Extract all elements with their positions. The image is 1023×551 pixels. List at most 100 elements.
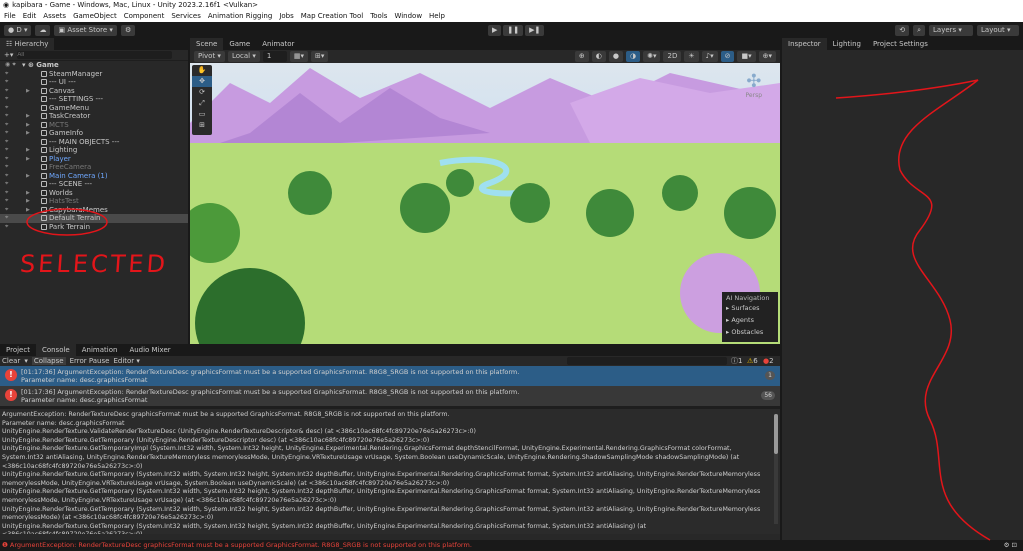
draw-mode-icon[interactable]: ✺▾ — [643, 51, 661, 62]
hierarchy-item[interactable]: ⌖ ▶ CapybaraMemes — [0, 206, 188, 215]
visibility-icon[interactable]: ⌖ — [5, 104, 8, 113]
menu-services[interactable]: Services — [171, 11, 201, 22]
stack-trace-scrollbar[interactable] — [774, 414, 778, 524]
nav-item-obstacles[interactable]: ▸ Obstacles — [726, 326, 774, 338]
expand-arrow-icon[interactable]: ▶ — [26, 189, 30, 198]
visibility-icon[interactable]: ⌖ — [5, 189, 8, 198]
menu-tools[interactable]: Tools — [370, 11, 387, 22]
hierarchy-item[interactable]: ⌖ ▶ HatsTest — [0, 197, 188, 206]
visibility-icon[interactable]: ⌖ — [5, 112, 8, 121]
hierarchy-item[interactable]: ⌖ ▶ Main Camera (1) — [0, 172, 188, 181]
hierarchy-item[interactable]: ⌖ --- SETTINGS --- — [0, 95, 188, 104]
hierarchy-item[interactable]: ⌖ ▶ Canvas — [0, 87, 188, 96]
tab-inspector[interactable]: Inspector — [782, 38, 827, 50]
grid-icon[interactable]: ▦▾ — [289, 51, 308, 62]
visibility-icon[interactable]: ⌖ — [5, 138, 8, 147]
asset-store-button[interactable]: ▣ Asset Store ▾ — [54, 24, 117, 36]
menu-assets[interactable]: Assets — [43, 11, 66, 22]
status-icons[interactable]: ⚙ ⊡ — [1004, 540, 1017, 551]
hierarchy-item[interactable]: ⌖ SteamManager — [0, 70, 188, 79]
visibility-toggle-icon[interactable]: ⊘ — [720, 51, 735, 62]
nav-item-surfaces[interactable]: ▸ Surfaces — [726, 302, 774, 314]
console-entry[interactable]: ! [01:17:36] ArgumentException: RenderTex… — [0, 366, 780, 386]
audio-icon[interactable]: ♪▾ — [701, 51, 718, 62]
shaded-wire-icon[interactable]: ◐ — [591, 51, 606, 62]
console-search-input[interactable] — [567, 357, 727, 365]
visibility-icon[interactable]: ⌖ — [5, 95, 8, 104]
hierarchy-item[interactable]: ⌖ ▶ Worlds — [0, 189, 188, 198]
expand-arrow-icon[interactable]: ▶ — [26, 129, 30, 138]
visibility-icon[interactable]: ⌖ — [5, 172, 8, 181]
scene-viewport[interactable]: ✋ ✥ ⟳ ⤢ ▭ ⊞ ✣ Persp AI Navigation ▸ Surfaces ▸ … — [190, 63, 780, 344]
console-entry[interactable]: ! [01:17:36] ArgumentException: RenderTex… — [0, 386, 780, 406]
clear-button[interactable]: Clear — [2, 357, 20, 365]
move-tool-icon[interactable]: ✥ — [192, 76, 212, 87]
scene-root[interactable]: ◉ ⌖ ▾ ⊛ Game — [0, 61, 188, 70]
menu-edit[interactable]: Edit — [23, 11, 37, 22]
scrollbar-thumb[interactable] — [774, 414, 778, 454]
lighting-icon[interactable]: ☀ — [684, 51, 699, 62]
status-bar[interactable]: ❶ ArgumentException: RenderTextureDesc g… — [0, 540, 1023, 551]
step-button[interactable]: ▶❚ — [525, 24, 545, 36]
pause-button[interactable]: ❚❚ — [503, 24, 524, 36]
visibility-icon[interactable]: ⌖ — [5, 87, 8, 96]
visibility-icon[interactable]: ⌖ — [5, 206, 8, 215]
collapse-button[interactable]: Collapse — [31, 357, 66, 365]
account-button[interactable]: ● D ▾ — [4, 24, 32, 36]
visibility-icon[interactable]: ⌖ — [5, 78, 8, 87]
menu-file[interactable]: File — [4, 11, 16, 22]
menu-jobs[interactable]: Jobs — [279, 11, 293, 22]
expand-arrow-icon[interactable]: ▶ — [26, 121, 30, 130]
expand-arrow-icon[interactable]: ▶ — [26, 146, 30, 155]
hierarchy-item[interactable]: ⌖ FreeCamera — [0, 163, 188, 172]
visibility-icon[interactable]: ⌖ — [5, 155, 8, 164]
tab-hierarchy[interactable]: ☷ Hierarchy — [0, 38, 55, 50]
menu-gameobject[interactable]: GameObject — [73, 11, 117, 22]
gear-icon[interactable]: ⚙ — [120, 24, 136, 36]
error-pause-button[interactable]: Error Pause — [70, 357, 110, 365]
expand-arrow-icon[interactable]: ▶ — [26, 155, 30, 164]
tab-scene[interactable]: Scene — [190, 38, 224, 50]
wireframe-icon[interactable]: ⊕ — [574, 51, 589, 62]
info-count[interactable]: ⓘ1 — [731, 356, 742, 366]
play-button[interactable]: ▶ — [488, 24, 502, 36]
rect-tool-icon[interactable]: ▭ — [192, 109, 212, 120]
pivot-dropdown[interactable]: Pivot ▾ — [194, 51, 225, 62]
tab-animation[interactable]: Animation — [76, 344, 124, 356]
hierarchy-item[interactable]: ⌖ Default Terrain — [0, 214, 188, 223]
visibility-icon[interactable]: ⌖ — [5, 180, 8, 189]
menu-help[interactable]: Help — [429, 11, 445, 22]
menu-component[interactable]: Component — [124, 11, 165, 22]
tab-project-settings[interactable]: Project Settings — [867, 38, 934, 50]
visibility-icon[interactable]: ⌖ — [5, 146, 8, 155]
visibility-icon[interactable]: ⌖ — [5, 129, 8, 138]
hierarchy-item[interactable]: ⌖ Park Terrain — [0, 223, 188, 232]
menu-animation-rigging[interactable]: Animation Rigging — [208, 11, 272, 22]
visibility-icon[interactable]: ⌖ — [5, 121, 8, 130]
warning-count[interactable]: ⚠6 — [747, 357, 758, 365]
hierarchy-item[interactable]: ⌖ GameMenu — [0, 104, 188, 113]
visibility-icon[interactable]: ⌖ — [5, 214, 8, 223]
gizmos-icon[interactable]: ⊕▾ — [758, 51, 776, 62]
hierarchy-item[interactable]: ⌖ --- MAIN OBJECTS --- — [0, 138, 188, 147]
search-icon[interactable]: ⌕ — [913, 24, 925, 36]
tab-console[interactable]: Console — [35, 344, 76, 356]
snap-icon[interactable]: ⊞▾ — [310, 51, 329, 62]
local-dropdown[interactable]: Local ▾ — [227, 51, 260, 62]
error-count[interactable]: ●2 — [763, 357, 774, 365]
cloud-icon[interactable]: ☁ — [35, 24, 51, 36]
2d-toggle[interactable]: 2D — [663, 51, 682, 62]
hierarchy-search-input[interactable] — [17, 51, 173, 59]
visibility-icon[interactable]: ◉ ⌖ — [5, 61, 16, 70]
visibility-icon[interactable]: ⌖ — [5, 163, 8, 172]
hierarchy-item[interactable]: ⌖ ▶ Lighting — [0, 146, 188, 155]
hierarchy-item[interactable]: ⌖ ▶ MCTS — [0, 121, 188, 130]
history-icon[interactable]: ⟲ — [895, 24, 910, 36]
hierarchy-item[interactable]: ⌖ ▶ TaskCreator — [0, 112, 188, 121]
visibility-icon[interactable]: ⌖ — [5, 197, 8, 206]
layout-dropdown[interactable]: Layout ▾ — [977, 24, 1019, 36]
editor-dropdown[interactable]: Editor ▾ — [113, 357, 139, 365]
grid-snap-input[interactable]: 1 — [262, 51, 287, 62]
menu-map-creation-tool[interactable]: Map Creation Tool — [301, 11, 363, 22]
expand-arrow-icon[interactable]: ▶ — [26, 172, 30, 181]
